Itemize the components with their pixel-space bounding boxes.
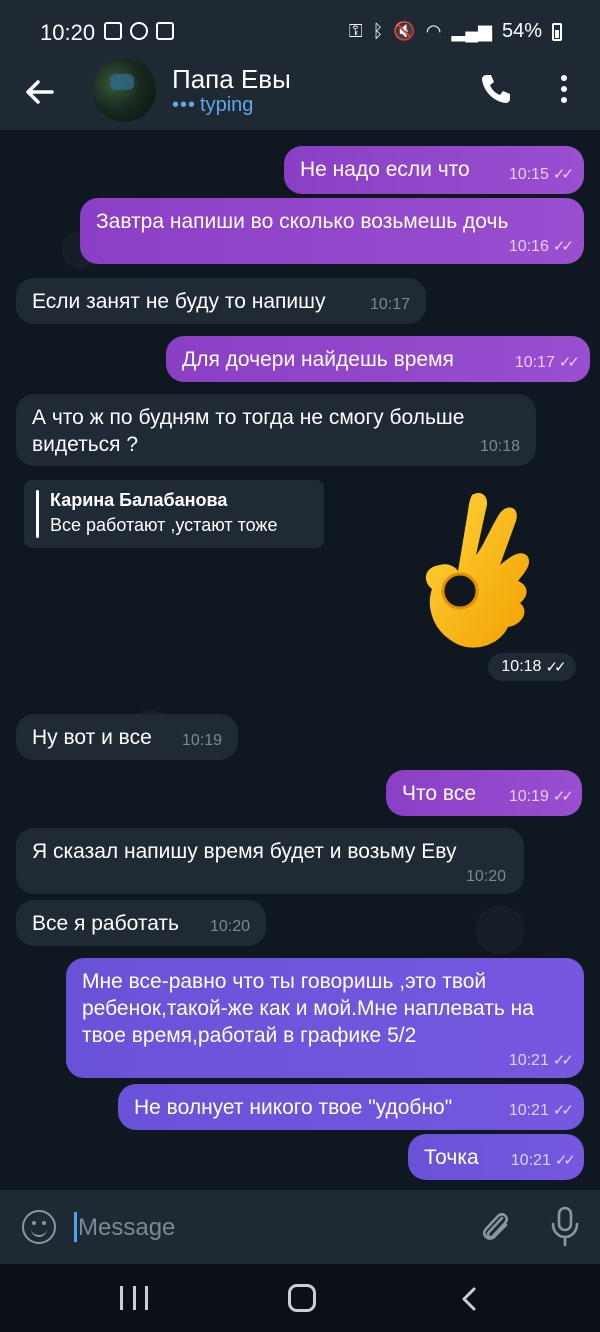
message-text: Завтра напиши во сколько возьмешь дочь bbox=[96, 210, 509, 233]
bluetooth-icon: ᛒ bbox=[372, 21, 384, 41]
chat-messages[interactable]: Не надо если что 10:15 ✓✓ Завтра напиши в… bbox=[0, 130, 600, 1190]
attach-icon[interactable] bbox=[478, 1208, 512, 1246]
message-bubble[interactable]: А что ж по будням то тогда не смогу боль… bbox=[16, 394, 536, 466]
message-text: Точка bbox=[424, 1146, 479, 1169]
message-time: 10:17 ✓✓ bbox=[514, 354, 580, 371]
message-text: Все я работать bbox=[32, 912, 179, 935]
system-icons: ⚿ ᛒ 🔇 ◠ ▂▄▆ 54% bbox=[349, 20, 562, 43]
message-text: Что все bbox=[402, 782, 476, 805]
read-checks-icon: ✓✓ bbox=[545, 659, 566, 676]
reply-preview[interactable]: Карина Балабанова Все работают ,устают т… bbox=[24, 480, 324, 548]
message-text: Мне все-равно что ты говоришь ,это твой … bbox=[82, 970, 534, 1047]
message-text: Ну вот и все bbox=[32, 726, 152, 749]
message-time: 10:20 bbox=[465, 868, 506, 885]
message-bubble[interactable]: Точка 10:21 ✓✓ bbox=[408, 1134, 584, 1180]
message-time: 10:21 ✓✓ bbox=[508, 1102, 574, 1119]
status-time: 10:20 bbox=[40, 20, 96, 45]
message-time: 10:16 ✓✓ bbox=[508, 238, 574, 255]
message-bubble[interactable]: Мне все-равно что ты говоришь ,это твой … bbox=[66, 958, 584, 1078]
home-icon[interactable] bbox=[288, 1284, 316, 1312]
emoji-icon[interactable] bbox=[22, 1210, 56, 1244]
battery-percent: 54% bbox=[501, 20, 542, 42]
read-checks-icon: ✓✓ bbox=[558, 354, 580, 371]
message-bubble[interactable]: Если занят не буду то напишу 10:17 bbox=[16, 278, 426, 324]
message-bubble[interactable]: Что все 10:19 ✓✓ bbox=[386, 770, 582, 816]
message-bubble[interactable]: Не надо если что 10:15 ✓✓ bbox=[284, 146, 584, 194]
message-time: 10:19 bbox=[181, 732, 222, 749]
reply-text: Все работают ,устают тоже bbox=[50, 515, 278, 535]
signal-icon: ▂▄▆ bbox=[451, 21, 492, 41]
system-nav-bar bbox=[0, 1264, 600, 1332]
typing-label: typing bbox=[200, 94, 254, 116]
message-text: Не волнует никого твое "удобно" bbox=[134, 1096, 453, 1119]
message-composer bbox=[0, 1190, 600, 1264]
microphone-icon[interactable] bbox=[550, 1206, 580, 1248]
read-checks-icon: ✓✓ bbox=[552, 1102, 574, 1119]
reply-author: Карина Балабанова bbox=[50, 490, 228, 510]
message-time: 10:21 ✓✓ bbox=[510, 1152, 576, 1169]
avatar[interactable] bbox=[92, 58, 156, 122]
wifi-icon: ◠ bbox=[425, 21, 442, 41]
message-bubble[interactable]: Я сказал напишу время будет и возьму Еву… bbox=[16, 828, 524, 894]
recent-apps-icon[interactable] bbox=[120, 1286, 148, 1312]
message-time: 10:21 ✓✓ bbox=[508, 1052, 574, 1069]
chat-title[interactable]: Папа Евы bbox=[172, 64, 291, 95]
key-icon: ⚿ bbox=[348, 21, 363, 41]
message-text: Для дочери найдешь время bbox=[182, 348, 454, 371]
read-checks-icon: ✓✓ bbox=[554, 1152, 576, 1169]
message-text: А что ж по будням то тогда не смогу боль… bbox=[32, 406, 465, 456]
message-time: 10:18 ✓✓ bbox=[488, 653, 576, 681]
message-text: Если занят не буду то напишу bbox=[32, 290, 326, 313]
message-text: Я сказал напишу время будет и возьму Еву bbox=[32, 840, 457, 863]
back-arrow-icon[interactable] bbox=[22, 74, 58, 110]
message-input[interactable] bbox=[76, 1208, 460, 1248]
mute-icon: 🔇 bbox=[393, 21, 416, 41]
notification-icons bbox=[104, 22, 174, 40]
message-time: 10:17 bbox=[369, 296, 410, 313]
app-notification-icon bbox=[104, 22, 122, 40]
message-bubble[interactable]: Ну вот и все 10:19 bbox=[16, 714, 238, 760]
message-bubble[interactable]: Все я работать 10:20 bbox=[16, 900, 266, 946]
ok-hand-sticker[interactable] bbox=[412, 485, 542, 655]
typing-dots-icon: ••• bbox=[172, 94, 197, 116]
message-time: 10:20 bbox=[209, 918, 250, 935]
message-bubble[interactable]: Для дочери найдешь время 10:17 ✓✓ bbox=[166, 336, 590, 382]
read-checks-icon: ✓✓ bbox=[552, 238, 574, 255]
gallery-notification-icon bbox=[156, 22, 174, 40]
message-text: Не надо если что bbox=[300, 158, 470, 181]
status-bar: 10:20 ⚿ ᛒ 🔇 ◠ ▂▄▆ 54% bbox=[0, 0, 600, 64]
more-menu-icon[interactable] bbox=[552, 72, 576, 106]
message-time: 10:15 ✓✓ bbox=[508, 166, 574, 183]
read-checks-icon: ✓✓ bbox=[552, 166, 574, 183]
phone-icon[interactable] bbox=[478, 70, 514, 106]
chat-header: Папа Евы ••• typing bbox=[0, 58, 600, 130]
message-bubble[interactable]: Завтра напиши во сколько возьмешь дочь 1… bbox=[80, 198, 584, 264]
message-bubble[interactable]: Не волнует никого твое "удобно" 10:21 ✓✓ bbox=[118, 1084, 584, 1130]
nav-back-icon[interactable] bbox=[460, 1286, 478, 1312]
message-time: 10:19 ✓✓ bbox=[508, 788, 574, 805]
silent-notification-icon bbox=[130, 22, 148, 40]
battery-icon bbox=[552, 22, 562, 41]
read-checks-icon: ✓✓ bbox=[552, 1052, 574, 1069]
read-checks-icon: ✓✓ bbox=[552, 788, 574, 805]
typing-status: ••• typing bbox=[172, 94, 253, 117]
message-time: 10:18 bbox=[479, 438, 520, 455]
